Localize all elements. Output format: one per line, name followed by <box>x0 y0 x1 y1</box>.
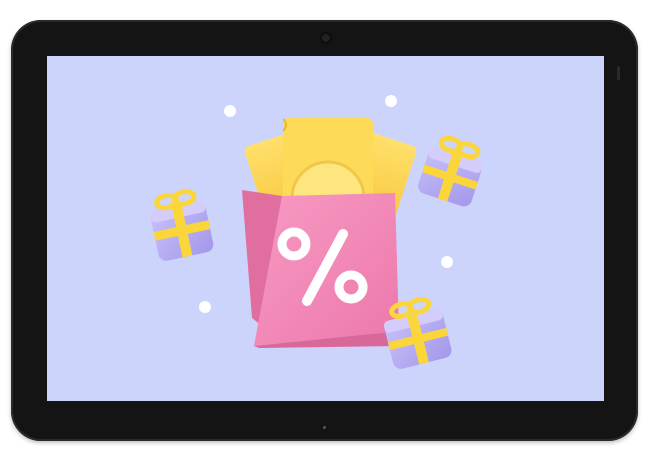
discount-illustration <box>150 95 483 369</box>
sparkle-dot <box>441 256 453 268</box>
sparkle-dot <box>385 95 397 107</box>
sparkle-dot <box>224 105 236 117</box>
front-camera <box>320 32 332 44</box>
gift-box-icon <box>418 135 483 207</box>
gift-box-icon <box>150 189 214 261</box>
side-sensor <box>617 66 620 80</box>
shopping-bag <box>242 190 399 348</box>
sparkle-dot <box>199 301 211 313</box>
home-indicator-dot <box>323 426 326 429</box>
tablet-screen <box>47 56 604 401</box>
